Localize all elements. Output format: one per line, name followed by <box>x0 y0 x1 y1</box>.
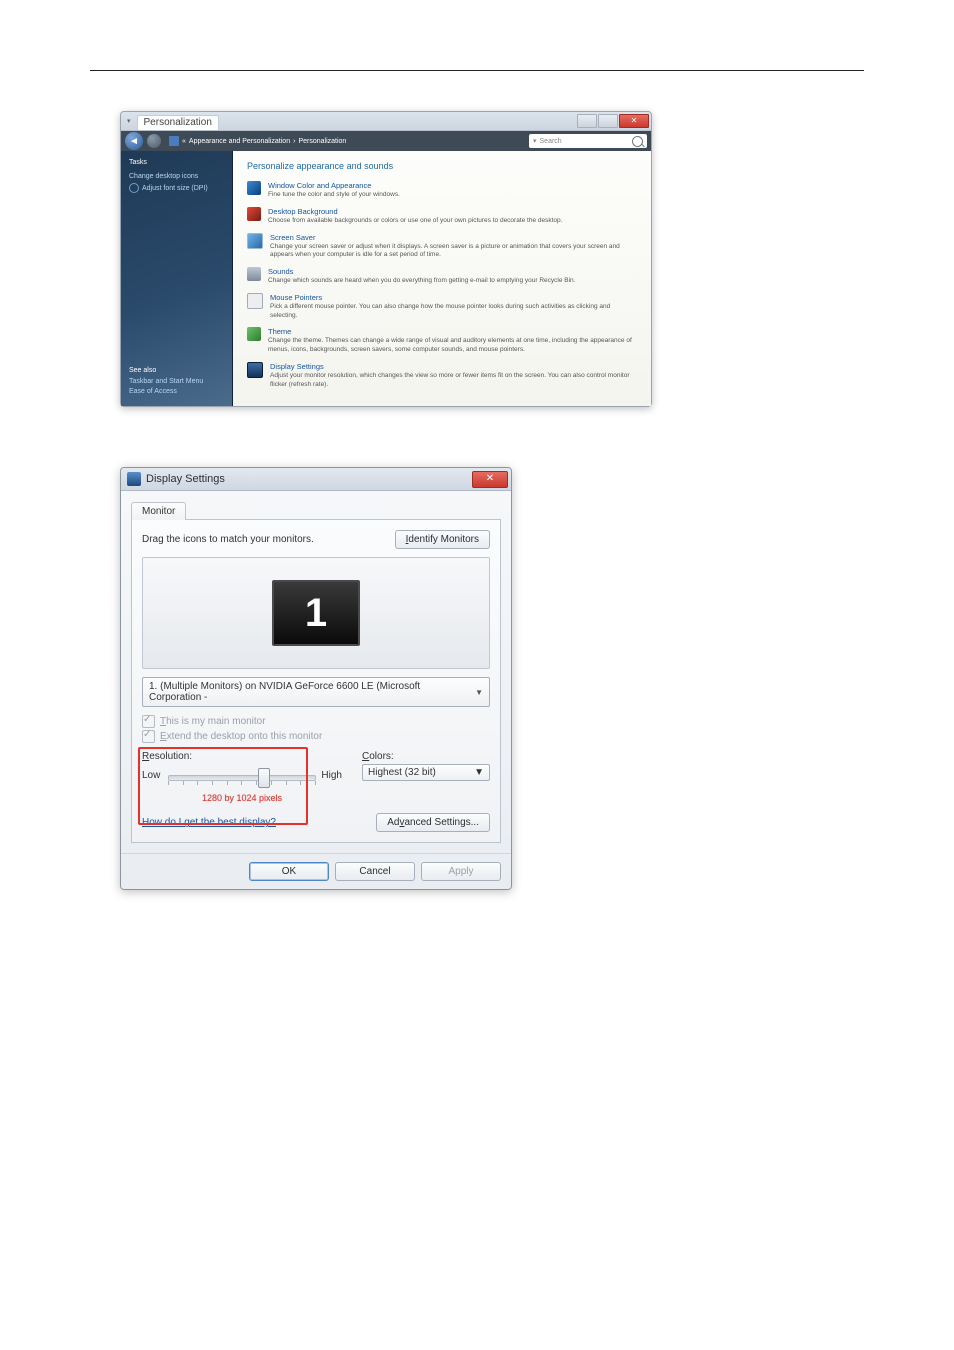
window-titlebar: ▾ Personalization <box>121 112 651 131</box>
tasks-sidebar: Tasks Change desktop icons Adjust font s… <box>121 151 233 406</box>
control-panel-icon <box>169 136 179 146</box>
sidebar-link-change-desktop-icons[interactable]: Change desktop icons <box>129 173 224 180</box>
item-display-settings: Display SettingsAdjust your monitor reso… <box>247 362 637 390</box>
drag-instruction: Drag the icons to match your monitors. <box>142 534 314 545</box>
page-heading: Personalize appearance and sounds <box>247 161 637 171</box>
link-sounds[interactable]: Sounds <box>268 267 293 276</box>
maximize-button[interactable] <box>598 114 618 128</box>
sounds-icon <box>247 267 261 281</box>
nav-forward-button[interactable] <box>147 134 161 148</box>
main-content: Personalize appearance and sounds Window… <box>233 151 651 406</box>
dialog-titlebar: Display Settings <box>121 468 511 491</box>
nav-back-button[interactable]: ◄ <box>125 132 143 150</box>
help-link-best-display[interactable]: How do I get the best display? <box>142 817 276 828</box>
close-button[interactable] <box>619 114 649 128</box>
monitor-1-icon[interactable]: 1 <box>272 580 360 646</box>
checkbox-extend-desktop: Extend the desktop onto this monitor <box>142 730 490 743</box>
cancel-button[interactable]: Cancel <box>335 862 415 881</box>
window-color-icon <box>247 181 261 195</box>
tab-monitor[interactable]: Monitor <box>131 502 186 520</box>
title-dropdown-icon: ▾ <box>127 117 131 125</box>
breadcrumb[interactable]: « Appearance and Personalization › Perso… <box>165 136 525 146</box>
checkbox-icon <box>142 730 155 743</box>
link-display-settings[interactable]: Display Settings <box>270 362 324 371</box>
display-settings-icon <box>247 362 263 378</box>
personalization-window: ▾ Personalization ◄ « Appearance and Per… <box>120 111 652 407</box>
item-theme: ThemeChange the theme. Themes can change… <box>247 327 637 355</box>
link-screen-saver[interactable]: Screen Saver <box>270 233 315 242</box>
display-settings-dialog: Display Settings Monitor Drag the icons … <box>120 467 512 890</box>
ok-button[interactable]: OK <box>249 862 329 881</box>
search-input[interactable]: ▾Search <box>529 134 647 148</box>
checkbox-icon <box>142 715 155 728</box>
display-settings-title-icon <box>127 472 141 486</box>
chevron-down-icon: ▼ <box>475 688 483 697</box>
colors-dropdown[interactable]: Highest (32 bit) ▼ <box>362 764 490 781</box>
slider-thumb[interactable] <box>258 768 270 788</box>
item-sounds: SoundsChange which sounds are heard when… <box>247 267 637 286</box>
item-window-color: Window Color and AppearanceFine tune the… <box>247 181 637 200</box>
dialog-title: Display Settings <box>146 473 225 485</box>
apply-button: Apply <box>421 862 501 881</box>
item-mouse-pointers: Mouse PointersPick a different mouse poi… <box>247 293 637 321</box>
link-desktop-background[interactable]: Desktop Background <box>268 207 338 216</box>
slider-low-label: Low <box>142 770 160 781</box>
desktop-background-icon <box>247 207 261 221</box>
chevron-down-icon: ▼ <box>474 767 484 778</box>
tab-strip: Monitor <box>131 497 501 520</box>
link-window-color[interactable]: Window Color and Appearance <box>268 181 371 190</box>
title-tab[interactable]: Personalization <box>137 115 219 130</box>
resolution-readout: 1280 by 1024 pixels <box>142 793 342 803</box>
monitor-select-dropdown[interactable]: 1. (Multiple Monitors) on NVIDIA GeForce… <box>142 677 490 707</box>
checkbox-main-monitor: This is my main monitor <box>142 715 490 728</box>
bullet-icon <box>129 183 139 193</box>
sidebar-link-adjust-font-size[interactable]: Adjust font size (DPI) <box>129 183 224 193</box>
identify-monitors-button[interactable]: Identify Monitors <box>395 530 490 549</box>
dialog-footer: OK Cancel Apply <box>121 853 511 889</box>
theme-icon <box>247 327 261 341</box>
search-icon <box>632 136 643 147</box>
page-rule <box>90 70 864 71</box>
resolution-slider[interactable]: Low High <box>142 764 342 790</box>
mouse-icon <box>247 293 263 309</box>
monitor-tab-panel: Drag the icons to match your monitors. I… <box>131 520 501 843</box>
see-also-taskbar[interactable]: Taskbar and Start Menu <box>129 378 224 385</box>
address-bar: ◄ « Appearance and Personalization › Per… <box>121 131 651 151</box>
dialog-close-button[interactable] <box>472 471 508 488</box>
slider-high-label: High <box>321 770 342 781</box>
see-also-header: See also <box>129 367 224 374</box>
advanced-settings-button[interactable]: Advanced Settings... <box>376 813 490 832</box>
tasks-header: Tasks <box>129 159 224 166</box>
minimize-button[interactable] <box>577 114 597 128</box>
screen-saver-icon <box>247 233 263 249</box>
item-desktop-background: Desktop BackgroundChoose from available … <box>247 207 637 226</box>
link-mouse-pointers[interactable]: Mouse Pointers <box>270 293 322 302</box>
resolution-block: Resolution: Low High 1280 by 1024 pixels <box>142 751 342 803</box>
colors-label: Colors: <box>362 751 490 762</box>
see-also-ease-of-access[interactable]: Ease of Access <box>129 388 224 395</box>
link-theme[interactable]: Theme <box>268 327 291 336</box>
monitor-arrangement-area[interactable]: 1 <box>142 557 490 669</box>
resolution-label: Resolution: <box>142 751 342 762</box>
colors-block: Colors: Highest (32 bit) ▼ <box>362 751 490 781</box>
item-screen-saver: Screen SaverChange your screen saver or … <box>247 233 637 261</box>
